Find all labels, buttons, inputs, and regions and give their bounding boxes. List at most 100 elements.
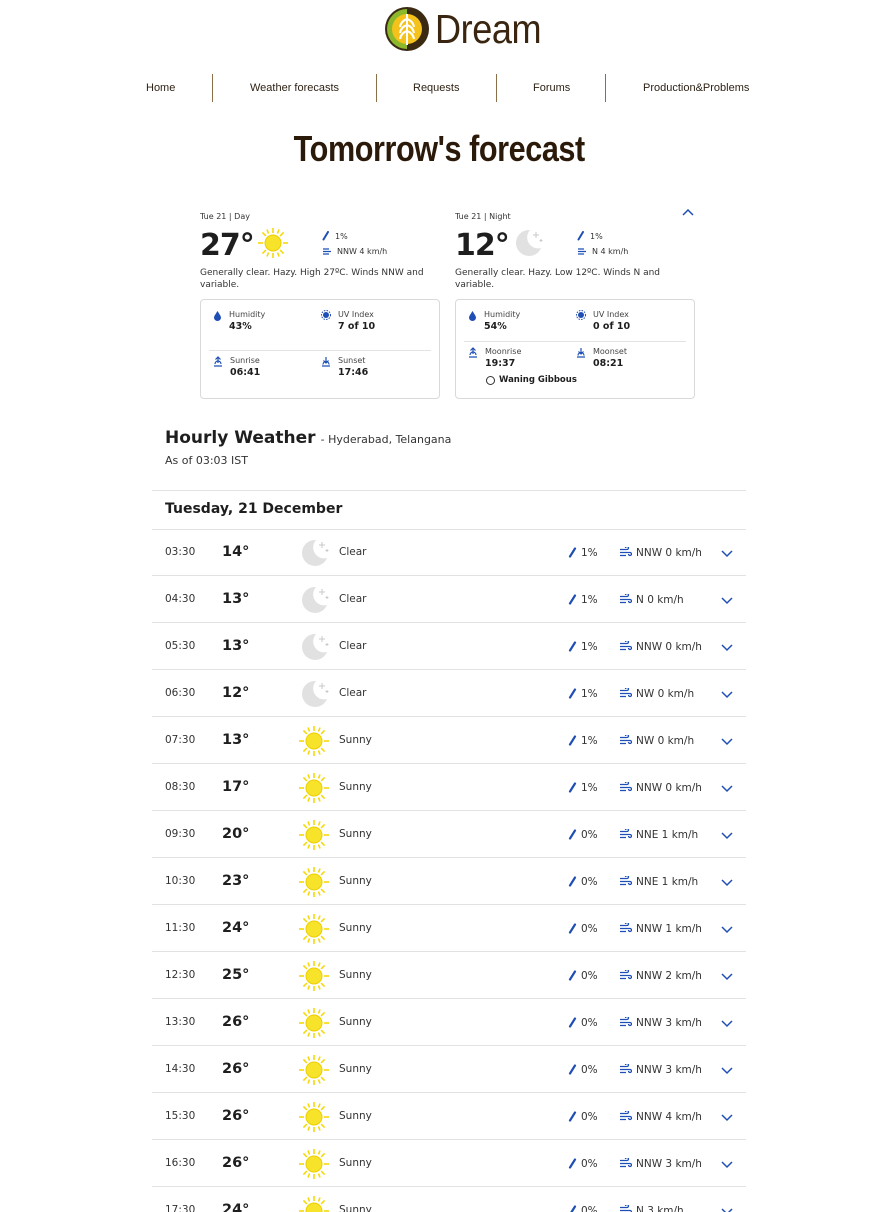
uv-value: 0 of 10 xyxy=(593,321,631,332)
chevron-down-icon[interactable] xyxy=(720,781,734,795)
raindrop-icon xyxy=(568,594,577,605)
nav-requests[interactable]: Requests xyxy=(413,74,459,102)
chevron-down-icon[interactable] xyxy=(720,1063,734,1077)
hourly-time: 06:30 xyxy=(165,687,196,699)
chevron-down-icon[interactable] xyxy=(720,687,734,701)
hourly-row[interactable]: 07:30 13° Sunny 1% NW 0 km/h xyxy=(152,717,746,764)
chevron-down-icon[interactable] xyxy=(720,1016,734,1030)
hourly-condition: Sunny xyxy=(339,1063,372,1075)
hourly-precip-value: 0% xyxy=(581,1204,598,1212)
wheat-logo-icon xyxy=(385,7,429,51)
chevron-down-icon[interactable] xyxy=(720,1204,734,1212)
hourly-condition: Sunny xyxy=(339,781,372,793)
hourly-row[interactable]: 14:30 26° Sunny 0% NNW 3 km/h xyxy=(152,1046,746,1093)
moonrise-label: Moonrise xyxy=(485,347,522,356)
night-uv-index: UV Index 0 of 10 xyxy=(576,310,630,332)
wind-icon xyxy=(620,1017,632,1027)
moonrise-value: 19:37 xyxy=(485,358,516,369)
hourly-precip-value: 0% xyxy=(581,1157,598,1170)
hourly-row[interactable]: 08:30 17° Sunny 1% NNW 0 km/h xyxy=(152,764,746,811)
chevron-down-icon[interactable] xyxy=(720,828,734,842)
chevron-down-icon[interactable] xyxy=(720,593,734,607)
hourly-wind: NNE 1 km/h xyxy=(619,858,698,905)
chevron-down-icon[interactable] xyxy=(720,546,734,560)
nav-divider xyxy=(496,74,497,102)
hourly-precip: 0% xyxy=(568,1046,598,1093)
moon-phase-label: Waning Gibbous xyxy=(499,375,577,385)
day-details: Humidity 43% UV Index 7 of 10 Sunrise 06:41… xyxy=(200,299,440,399)
hourly-row[interactable]: 17:30 24° Sunny 0% N 3 km/h xyxy=(152,1187,746,1212)
wind-icon xyxy=(620,1111,632,1121)
day-uv-index: UV Index 7 of 10 xyxy=(321,310,375,332)
nav-home[interactable]: Home xyxy=(146,74,175,102)
hourly-temperature: 17° xyxy=(222,779,250,795)
hourly-day-label: Tuesday, 21 December xyxy=(165,501,343,517)
sun-icon xyxy=(299,1102,329,1132)
hourly-precip: 0% xyxy=(568,858,598,905)
nav-production-problems[interactable]: Production&Problems xyxy=(643,74,749,102)
hourly-wind-value: NNW 0 km/h xyxy=(636,546,702,559)
sun-icon xyxy=(299,914,329,944)
chevron-up-icon[interactable] xyxy=(681,206,695,220)
uv-label: UV Index xyxy=(593,310,629,319)
sunrise-value: 06:41 xyxy=(230,367,261,378)
day-precip-value: 1% xyxy=(335,231,348,241)
hourly-row[interactable]: 06:30 12° Clear 1% NW 0 km/h xyxy=(152,670,746,717)
hourly-row[interactable]: 03:30 14° Clear 1% NNW 0 km/h xyxy=(152,529,746,576)
night-wind-value: N 4 km/h xyxy=(592,247,629,256)
chevron-down-icon[interactable] xyxy=(720,1110,734,1124)
raindrop-icon xyxy=(570,1205,577,1212)
divider xyxy=(152,490,746,491)
nav-divider xyxy=(376,74,377,102)
hourly-condition: Clear xyxy=(339,546,367,558)
nav-weather-forecasts[interactable]: Weather forecasts xyxy=(250,74,339,102)
night-precip-value: 1% xyxy=(590,231,603,241)
moon-icon xyxy=(302,680,329,707)
wind-icon xyxy=(620,782,632,792)
moon-icon xyxy=(516,229,543,256)
day-humidity: Humidity 43% xyxy=(213,310,265,332)
hourly-precip-value: 1% xyxy=(581,734,598,747)
chevron-down-icon[interactable] xyxy=(720,875,734,889)
hourly-precip: 1% xyxy=(568,576,598,623)
hourly-precip: 1% xyxy=(568,764,598,811)
day-sunset: Sunset 17:46 xyxy=(321,356,368,378)
raindrop-icon xyxy=(568,1158,577,1169)
chevron-down-icon[interactable] xyxy=(720,969,734,983)
chevron-down-icon[interactable] xyxy=(720,922,734,936)
sun-icon xyxy=(299,1055,329,1085)
hourly-row[interactable]: 10:30 23° Sunny 0% NNE 1 km/h xyxy=(152,858,746,905)
hourly-wind: NNW 3 km/h xyxy=(619,1140,702,1187)
hourly-row[interactable]: 16:30 26° Sunny 0% NNW 3 km/h xyxy=(152,1140,746,1187)
hourly-condition: Sunny xyxy=(339,922,372,934)
hourly-row[interactable]: 15:30 26° Sunny 0% NNW 4 km/h xyxy=(152,1093,746,1140)
chevron-down-icon[interactable] xyxy=(720,640,734,654)
night-humidity: Humidity 54% xyxy=(468,310,520,332)
hourly-condition: Clear xyxy=(339,687,367,699)
hourly-condition: Sunny xyxy=(339,875,372,887)
hourly-wind-value: NW 0 km/h xyxy=(636,687,695,700)
hourly-temperature: 26° xyxy=(222,1155,250,1171)
moon-phase: Waning Gibbous xyxy=(486,375,577,385)
hourly-wind-value: NNW 0 km/h xyxy=(636,781,702,794)
hourly-time: 15:30 xyxy=(165,1110,196,1122)
site-logo[interactable]: Dream xyxy=(383,5,556,53)
chevron-down-icon[interactable] xyxy=(720,1157,734,1171)
humidity-icon xyxy=(214,311,221,321)
hourly-wind: NNE 1 km/h xyxy=(619,811,698,858)
chevron-down-icon[interactable] xyxy=(720,734,734,748)
sun-icon xyxy=(299,726,329,756)
hourly-row[interactable]: 05:30 13° Clear 1% NNW 0 km/h xyxy=(152,623,746,670)
raindrop-icon xyxy=(568,782,577,793)
sun-icon xyxy=(299,773,329,803)
nav-forums[interactable]: Forums xyxy=(533,74,570,102)
hourly-row[interactable]: 04:30 13° Clear 1% N 0 km/h xyxy=(152,576,746,623)
hourly-row[interactable]: 11:30 24° Sunny 0% NNW 1 km/h xyxy=(152,905,746,952)
hourly-precip-value: 0% xyxy=(581,922,598,935)
hourly-wind-value: N 3 km/h xyxy=(636,1204,684,1212)
hourly-row[interactable]: 09:30 20° Sunny 0% NNE 1 km/h xyxy=(152,811,746,858)
sunset-label: Sunset xyxy=(338,356,366,365)
hourly-temperature: 24° xyxy=(222,920,250,936)
hourly-row[interactable]: 12:30 25° Sunny 0% NNW 2 km/h xyxy=(152,952,746,999)
hourly-row[interactable]: 13:30 26° Sunny 0% NNW 3 km/h xyxy=(152,999,746,1046)
